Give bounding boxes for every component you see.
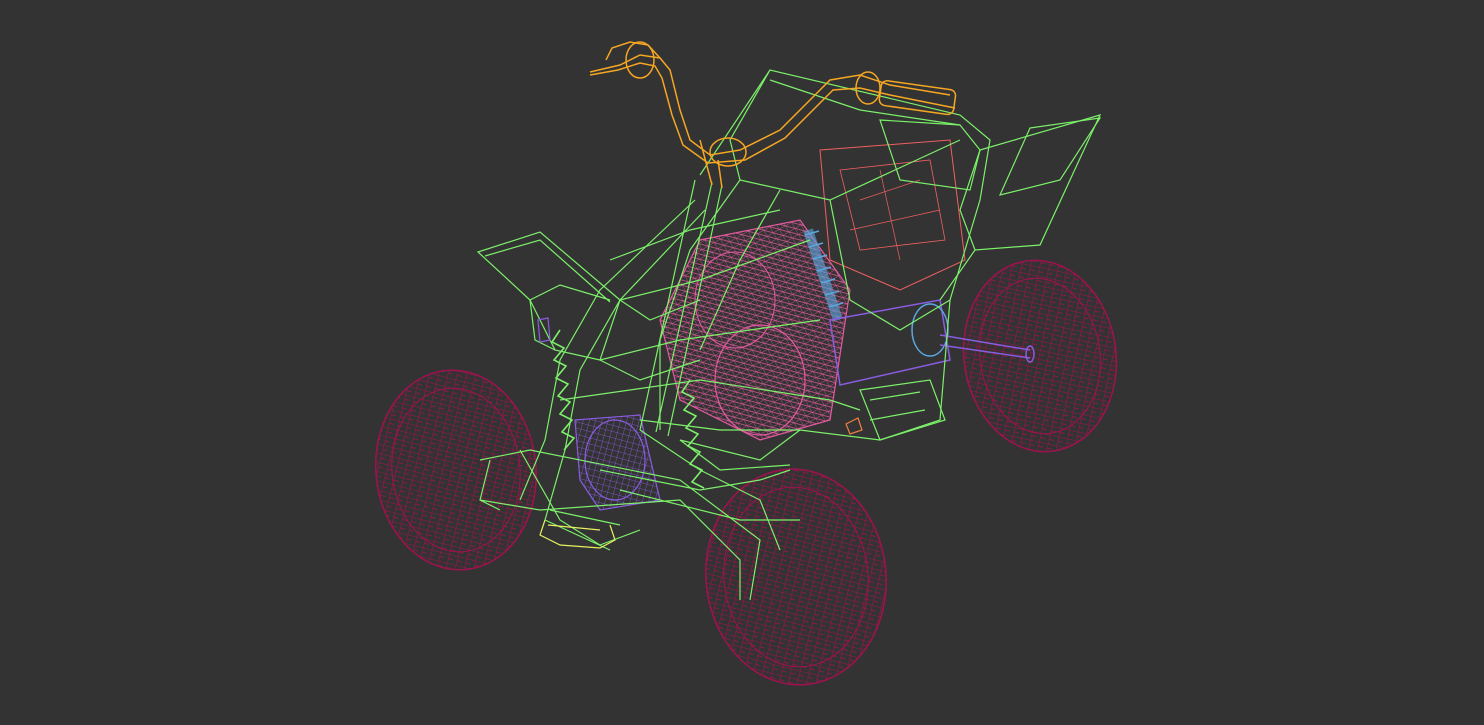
handlebar (589, 41, 957, 189)
front-left-tire (375, 369, 537, 571)
rear-right-tire (962, 259, 1118, 453)
atv-wireframe-model (375, 41, 1118, 686)
front-right-tire (705, 468, 887, 686)
3d-viewport[interactable] (0, 0, 1484, 725)
foot-peg (845, 417, 863, 435)
engine-block (659, 139, 966, 441)
front-hub (574, 414, 661, 511)
headlight (537, 317, 551, 343)
